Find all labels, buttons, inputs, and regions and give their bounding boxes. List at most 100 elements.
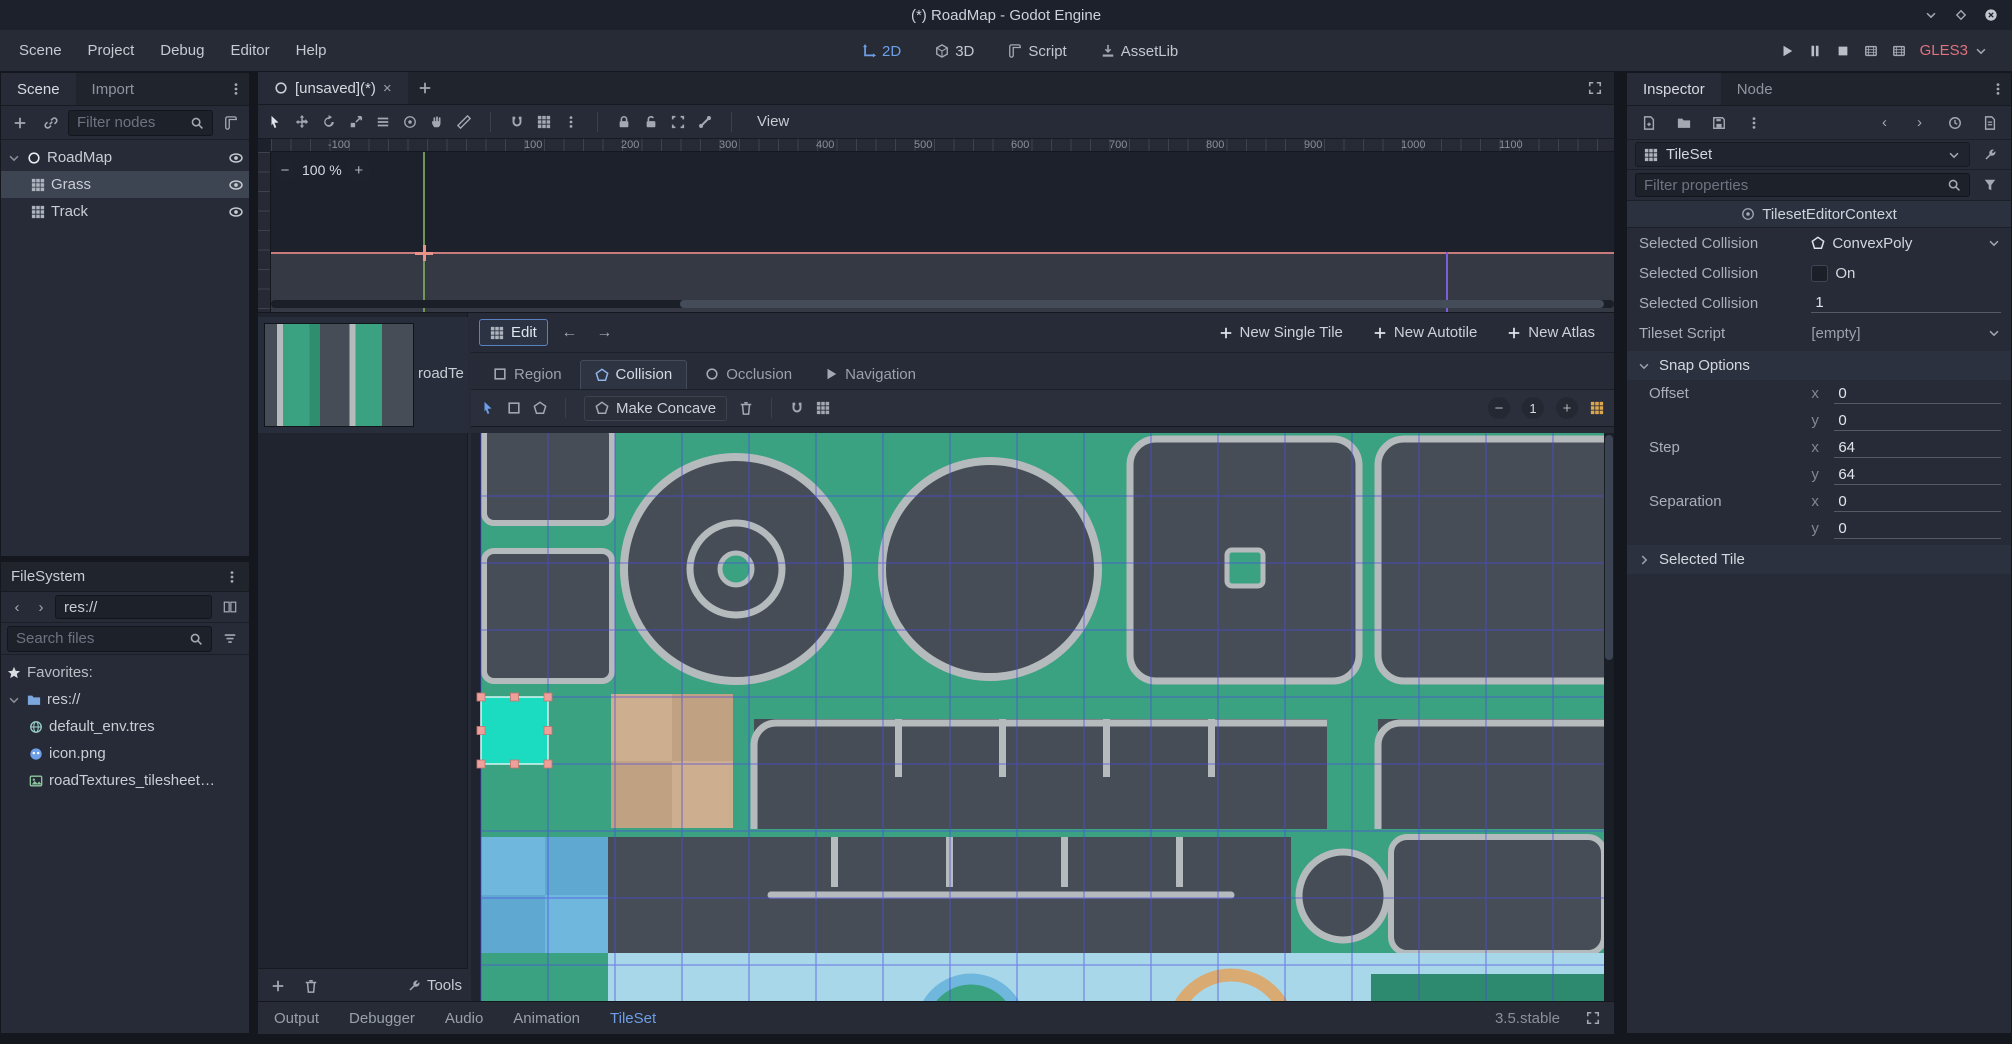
- separation-x-field[interactable]: 0: [1834, 492, 2001, 512]
- new-rectangle-icon[interactable]: [507, 401, 521, 415]
- path-breadcrumb[interactable]: res://: [55, 595, 212, 619]
- tools-menu-button[interactable]: Tools: [407, 977, 462, 994]
- prev-texture-button[interactable]: ←: [556, 320, 583, 346]
- ruler-tool-icon[interactable]: [457, 115, 471, 129]
- distraction-free-button[interactable]: [1581, 75, 1608, 101]
- attach-script-button[interactable]: [217, 110, 244, 136]
- smart-snap-icon[interactable]: [510, 115, 524, 129]
- tab-region[interactable]: Region: [479, 360, 576, 389]
- tab-scene[interactable]: Scene: [1, 73, 76, 105]
- play-custom-scene-icon[interactable]: [1892, 44, 1906, 58]
- zoom-out-button[interactable]: −: [274, 159, 296, 181]
- step-x-field[interactable]: 64: [1834, 438, 2001, 458]
- tileset-zoom-out-button[interactable]: −: [1488, 397, 1510, 419]
- visibility-eye-icon[interactable]: [229, 205, 243, 219]
- expander-down-icon[interactable]: [7, 151, 21, 165]
- load-resource-button[interactable]: [1670, 110, 1697, 136]
- edited-resource-dropdown[interactable]: TileSet: [1635, 142, 1970, 167]
- workspace-assetlib-button[interactable]: AssetLib: [1089, 43, 1191, 60]
- menu-debug[interactable]: Debug: [147, 34, 217, 67]
- edit-mode-button[interactable]: Edit: [479, 319, 548, 346]
- group-object-icon[interactable]: [671, 115, 685, 129]
- zoom-level[interactable]: 100 %: [302, 162, 342, 178]
- texture-list-item[interactable]: roadTe: [258, 317, 468, 433]
- new-polygon-icon[interactable]: [533, 401, 547, 415]
- lock-object-icon[interactable]: [617, 115, 631, 129]
- file-row-tilesheet[interactable]: roadTextures_tilesheet@2.: [1, 767, 249, 794]
- tileset-canvas[interactable]: [471, 433, 1614, 1002]
- offset-y-field[interactable]: 0: [1834, 411, 2001, 431]
- workspace-3d-button[interactable]: 3D: [923, 43, 986, 60]
- convexpoly-dropdown[interactable]: ConvexPoly: [1811, 235, 2011, 252]
- script-dropdown[interactable]: [empty]: [1811, 325, 2011, 342]
- new-autotile-button[interactable]: New Autotile: [1362, 319, 1488, 346]
- skeleton-options-icon[interactable]: [698, 115, 712, 129]
- pause-button[interactable]: [1808, 44, 1822, 58]
- file-row-icon-png[interactable]: icon.png: [1, 740, 249, 767]
- show-grid-snap-icon[interactable]: [816, 401, 830, 415]
- tab-inspector[interactable]: Inspector: [1627, 73, 1721, 105]
- pivot-tool-icon[interactable]: [403, 115, 417, 129]
- remove-texture-button[interactable]: [297, 973, 324, 999]
- menu-scene[interactable]: Scene: [6, 34, 75, 67]
- history-back-button[interactable]: ‹: [1871, 110, 1898, 136]
- make-concave-button[interactable]: Make Concave: [584, 396, 727, 421]
- renderer-select[interactable]: GLES3: [1920, 42, 1988, 59]
- window-close-icon[interactable]: [1984, 8, 1998, 22]
- save-resource-button[interactable]: [1705, 110, 1732, 136]
- delete-polygon-icon[interactable]: [739, 401, 753, 415]
- history-forward-button[interactable]: ›: [1906, 110, 1933, 136]
- canvas-viewport[interactable]: -100 100 200 300 400 500 600 700 800 900…: [258, 139, 1614, 312]
- resource-extra-menu-icon[interactable]: [1740, 110, 1767, 136]
- file-row-default-env[interactable]: default_env.tres: [1, 713, 249, 740]
- selected-tile-section[interactable]: Selected Tile: [1627, 545, 2011, 574]
- tree-row-track[interactable]: Track: [1, 198, 249, 225]
- resource-tools-button[interactable]: [1976, 142, 2003, 168]
- view-menu-button[interactable]: View: [751, 113, 795, 130]
- tileset-zoom-in-button[interactable]: +: [1556, 397, 1578, 419]
- snap-options-section[interactable]: Snap Options: [1627, 351, 2011, 380]
- stop-button[interactable]: [1836, 44, 1850, 58]
- search-files-input[interactable]: Search files: [7, 626, 212, 652]
- select-polygon-icon[interactable]: [481, 401, 495, 415]
- history-back-button[interactable]: ‹: [7, 594, 27, 620]
- menu-help[interactable]: Help: [283, 34, 340, 67]
- keep-polygon-snap-icon[interactable]: [790, 401, 804, 415]
- tileset-v-scrollbar[interactable]: [1604, 433, 1614, 1002]
- filter-nodes-input[interactable]: Filter nodes: [68, 110, 213, 136]
- pan-tool-icon[interactable]: [430, 115, 444, 129]
- margin-number-field[interactable]: 1: [1811, 293, 2001, 313]
- zoom-in-button[interactable]: +: [348, 159, 370, 181]
- history-forward-button[interactable]: ›: [31, 594, 51, 620]
- new-scene-tab-button[interactable]: [412, 75, 439, 101]
- unlock-object-icon[interactable]: [644, 115, 658, 129]
- bottom-tab-audio[interactable]: Audio: [443, 1010, 485, 1027]
- separation-y-field[interactable]: 0: [1834, 519, 2001, 539]
- menu-project[interactable]: Project: [75, 34, 148, 67]
- dock-menu-icon[interactable]: [1985, 73, 2011, 105]
- viewport-h-scrollbar[interactable]: [271, 300, 1614, 308]
- filter-properties-input[interactable]: Filter properties: [1635, 173, 1970, 197]
- tab-node[interactable]: Node: [1721, 73, 1789, 105]
- history-list-button[interactable]: [1941, 110, 1968, 136]
- workspace-2d-button[interactable]: 2D: [850, 43, 913, 60]
- play-button[interactable]: [1780, 44, 1794, 58]
- bottom-tab-output[interactable]: Output: [272, 1010, 321, 1027]
- instance-scene-button[interactable]: [37, 110, 64, 136]
- tree-row-grass[interactable]: Grass: [1, 171, 249, 198]
- new-single-tile-button[interactable]: New Single Tile: [1208, 319, 1354, 346]
- scene-tab-unsaved[interactable]: [unsaved](*) ×: [258, 72, 408, 104]
- workspace-script-button[interactable]: Script: [996, 43, 1078, 60]
- new-resource-button[interactable]: [1635, 110, 1662, 136]
- snap-options-icon[interactable]: [564, 115, 578, 129]
- shrink-bottom-panel-icon[interactable]: [1586, 1011, 1600, 1025]
- menu-editor[interactable]: Editor: [217, 34, 282, 67]
- split-view-button[interactable]: [216, 594, 243, 620]
- one-way-checkbox[interactable]: [1811, 265, 1828, 282]
- new-atlas-button[interactable]: New Atlas: [1496, 319, 1606, 346]
- folder-row-res[interactable]: res://: [1, 686, 249, 713]
- tab-navigation[interactable]: Navigation: [810, 360, 930, 389]
- tree-row-roadmap[interactable]: RoadMap: [1, 144, 249, 171]
- select-tool-icon[interactable]: [268, 115, 282, 129]
- next-texture-button[interactable]: →: [591, 320, 618, 346]
